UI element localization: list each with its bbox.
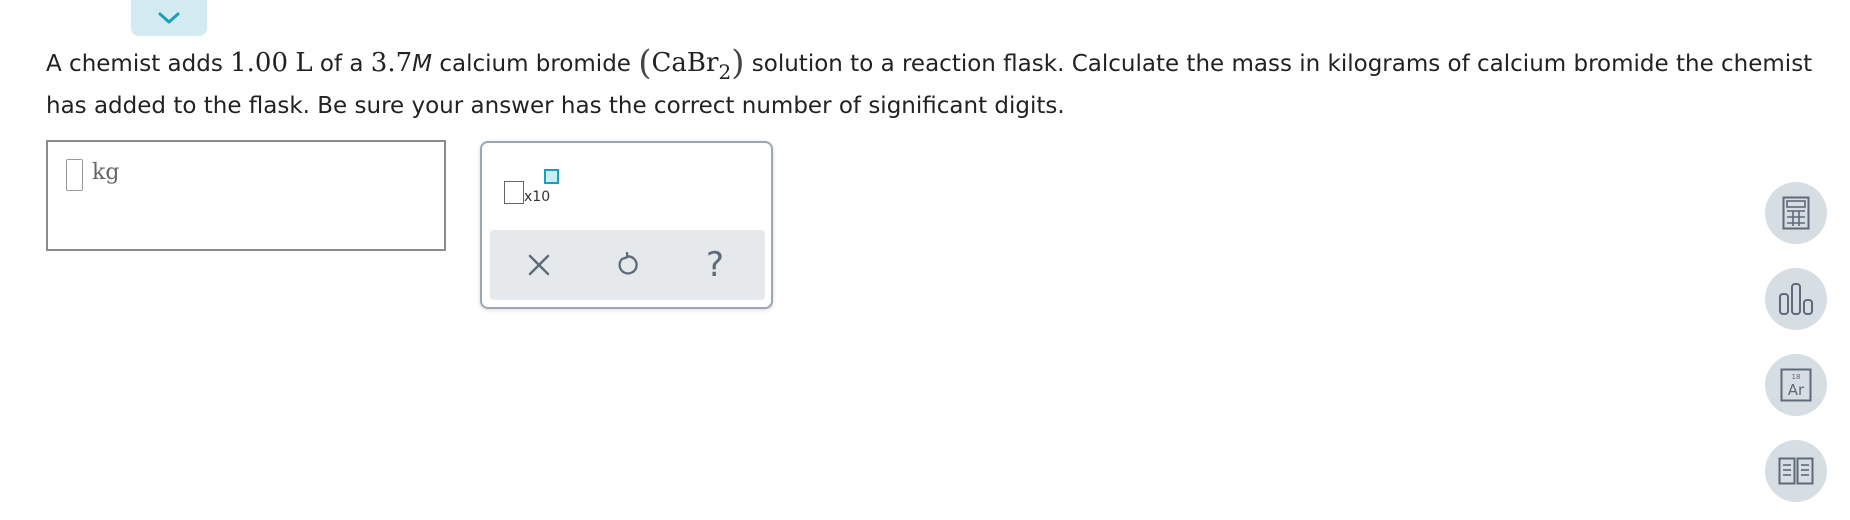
- data-chart-button[interactable]: [1765, 268, 1827, 330]
- collapse-toggle-button[interactable]: [131, 0, 207, 36]
- formula-subscript: 2: [718, 60, 732, 84]
- question-part: A chemist adds: [46, 51, 231, 77]
- question-part: of a: [312, 51, 371, 77]
- volume-unit: L: [295, 48, 313, 78]
- x10-label: x10: [524, 189, 551, 205]
- reference-book-button[interactable]: [1765, 440, 1827, 502]
- open-paren: (: [638, 43, 652, 83]
- math-tool-panel: x10 ?: [480, 141, 773, 309]
- molarity-unit: M: [412, 51, 433, 77]
- close-icon: [528, 254, 550, 276]
- close-paren: ): [731, 43, 745, 83]
- question-text: A chemist adds 1.00 L of a 3.7M calcium …: [46, 42, 1826, 127]
- question-part: calcium bromide: [432, 51, 639, 77]
- volume-value: 1.00: [230, 48, 289, 78]
- element-number: 18: [1792, 373, 1801, 381]
- undo-icon: [618, 252, 638, 275]
- element-symbol: Ar: [1788, 381, 1805, 399]
- scientific-notation-button[interactable]: x10: [504, 169, 564, 211]
- chemical-formula: CaBr: [651, 48, 719, 78]
- calculator-button[interactable]: [1765, 182, 1827, 244]
- molarity-value: 3.7: [370, 48, 413, 78]
- periodic-table-button[interactable]: 18 Ar: [1765, 354, 1827, 416]
- undo-button[interactable]: [610, 248, 644, 282]
- answer-input-box[interactable]: kg: [46, 140, 446, 251]
- action-bar: ?: [490, 230, 765, 300]
- help-button[interactable]: ?: [698, 248, 732, 282]
- periodic-table-icon: 18 Ar: [1780, 368, 1812, 402]
- exponent-box-icon: [544, 169, 559, 184]
- answer-unit: kg: [92, 160, 120, 185]
- coefficient-box-icon: [504, 181, 524, 204]
- clear-button[interactable]: [522, 248, 556, 282]
- bar-chart-icon: [1779, 283, 1813, 315]
- calculator-icon: [1782, 196, 1810, 230]
- answer-slot[interactable]: [66, 159, 83, 191]
- chevron-down-icon: [158, 12, 180, 24]
- help-icon: ?: [705, 245, 725, 285]
- book-icon: [1778, 457, 1814, 485]
